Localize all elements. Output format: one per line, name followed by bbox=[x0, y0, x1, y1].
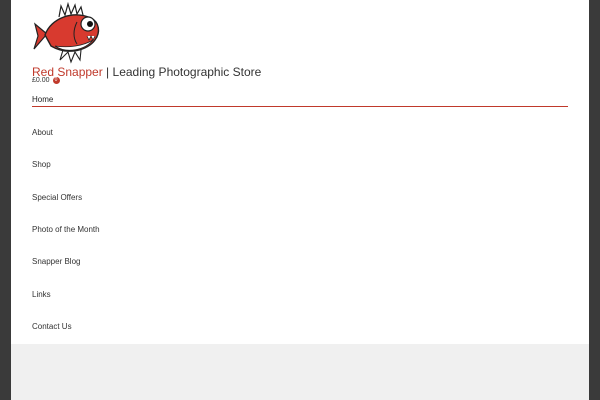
cart-summary[interactable]: £0.00 0 bbox=[32, 77, 60, 84]
title-separator: | bbox=[102, 65, 113, 79]
red-snapper-fish-icon[interactable] bbox=[33, 1, 103, 64]
nav-item-snapper-blog[interactable]: Snapper Blog bbox=[32, 257, 80, 266]
cart-total: £0.00 bbox=[32, 77, 50, 84]
nav-item-special-offers[interactable]: Special Offers bbox=[32, 193, 82, 202]
nav-item-about[interactable]: About bbox=[32, 128, 53, 137]
nav-item-contact-us[interactable]: Contact Us bbox=[32, 322, 72, 331]
nav-item-home[interactable]: Home bbox=[32, 95, 53, 104]
nav-active-underline bbox=[32, 106, 568, 107]
nav-item-photo-of-the-month[interactable]: Photo of the Month bbox=[32, 225, 100, 234]
cart-count-badge: 0 bbox=[52, 77, 60, 84]
site-tagline: Leading Photographic Store bbox=[112, 65, 262, 79]
nav-item-shop[interactable]: Shop bbox=[32, 160, 51, 169]
site-title[interactable]: Red Snapper | Leading Photographic Store bbox=[32, 65, 261, 79]
nav-item-links[interactable]: Links bbox=[32, 290, 51, 299]
page-wrapper: Red Snapper | Leading Photographic Store… bbox=[11, 0, 589, 400]
header-panel: Red Snapper | Leading Photographic Store… bbox=[11, 0, 589, 344]
